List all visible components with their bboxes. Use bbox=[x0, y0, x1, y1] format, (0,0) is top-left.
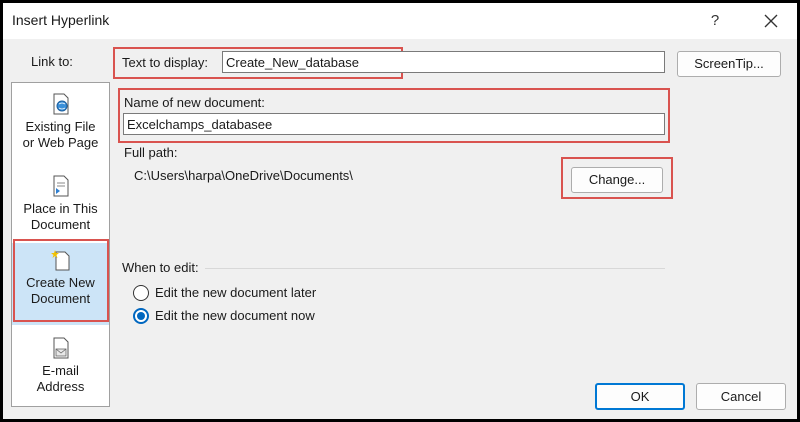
radio-edit-later[interactable] bbox=[133, 285, 149, 301]
link-to-label: Link to: bbox=[31, 54, 73, 69]
group-separator bbox=[205, 268, 665, 269]
sidebar-item-label: E-mail bbox=[42, 363, 79, 378]
cancel-button[interactable]: Cancel bbox=[696, 383, 786, 410]
sidebar-item-label: Existing File bbox=[25, 119, 96, 134]
title-bar: Insert Hyperlink ? bbox=[3, 3, 797, 39]
sidebar-item-label: or Web Page bbox=[22, 135, 99, 150]
radio-edit-later-label[interactable]: Edit the new document later bbox=[155, 285, 316, 300]
help-button[interactable]: ? bbox=[701, 7, 729, 35]
close-icon bbox=[764, 14, 778, 28]
dialog-title: Insert Hyperlink bbox=[12, 12, 110, 28]
ok-button[interactable]: OK bbox=[595, 383, 685, 410]
radio-edit-now-label[interactable]: Edit the new document now bbox=[155, 308, 315, 323]
close-button[interactable] bbox=[757, 7, 785, 35]
sidebar-item-email-address[interactable]: E-mail Address bbox=[12, 331, 109, 411]
document-place-icon bbox=[53, 175, 68, 197]
email-icon bbox=[53, 337, 68, 359]
sidebar-item-place-in-document[interactable]: Place in This Document bbox=[12, 169, 109, 249]
document-name-input[interactable] bbox=[123, 113, 665, 135]
insert-hyperlink-dialog: Insert Hyperlink ? Link to: Existing Fil… bbox=[3, 3, 797, 419]
radio-edit-now[interactable] bbox=[133, 308, 149, 324]
sidebar-item-label: Place in This bbox=[23, 201, 98, 216]
sidebar-item-label: Address bbox=[36, 379, 85, 394]
text-to-display-label: Text to display: bbox=[122, 55, 208, 70]
text-to-display-input[interactable] bbox=[222, 51, 665, 73]
change-button[interactable]: Change... bbox=[571, 167, 663, 193]
name-of-document-label: Name of new document: bbox=[124, 95, 265, 110]
sidebar-item-existing-file[interactable]: Existing File or Web Page bbox=[12, 87, 109, 167]
when-to-edit-label: When to edit: bbox=[122, 260, 199, 275]
highlight-create-new-nav bbox=[13, 239, 109, 322]
web-page-icon bbox=[53, 93, 68, 115]
sidebar-item-label: Document bbox=[30, 217, 91, 232]
full-path-value: C:\Users\harpa\OneDrive\Documents\ bbox=[134, 168, 353, 183]
full-path-label: Full path: bbox=[124, 145, 178, 160]
screentip-button[interactable]: ScreenTip... bbox=[677, 51, 781, 77]
